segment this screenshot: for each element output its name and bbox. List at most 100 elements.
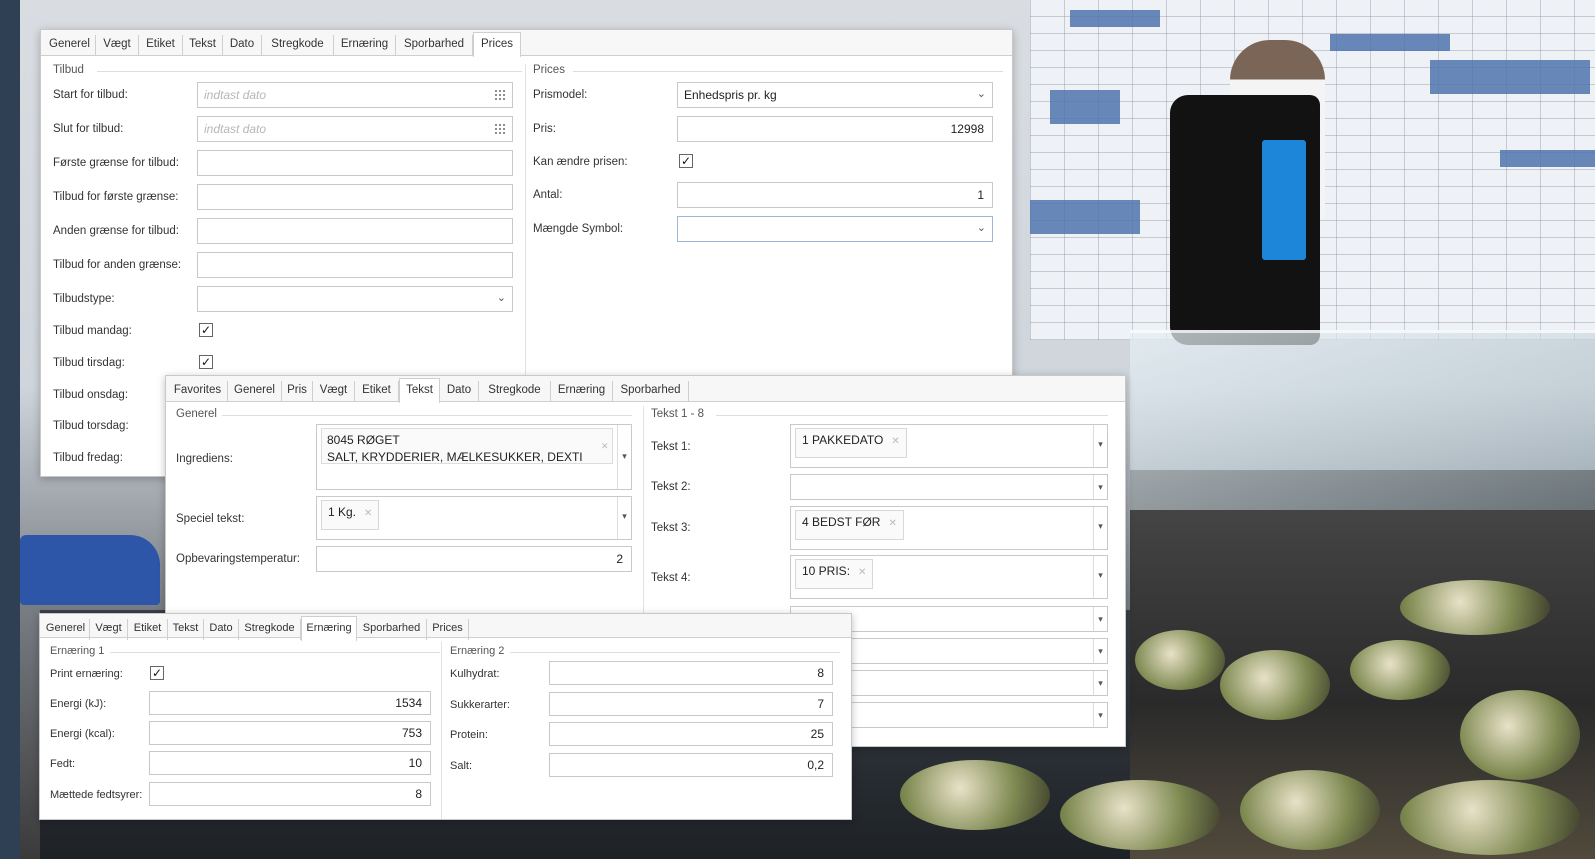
tekst4-chip[interactable]: 10 PRIS: ✕ xyxy=(795,559,874,589)
tab-sporbarhed[interactable]: Sporbarhed xyxy=(357,619,427,640)
tab-sporbarhed[interactable]: Sporbarhed xyxy=(396,35,473,56)
tekst2-label: Tekst 2: xyxy=(651,481,691,493)
calendar-icon[interactable] xyxy=(494,89,506,101)
tab-dato[interactable]: Dato xyxy=(223,35,262,56)
ingrediens-line1: 8045 RØGET xyxy=(327,433,400,447)
ingrediens-chip[interactable]: 8045 RØGET SALT, KRYDDERIER, MÆLKESUKKER… xyxy=(321,428,613,464)
energi-kj-field[interactable]: 1534 xyxy=(149,691,431,715)
chevron-down-icon[interactable]: ▾ xyxy=(1093,639,1107,663)
speciel-tekst-multiselect[interactable]: 1 Kg. ✕ ▾ xyxy=(316,496,632,540)
tilbud-tirsdag-checkbox[interactable]: ✓ xyxy=(199,355,213,369)
opbevaringstemperatur-field[interactable]: 2 xyxy=(316,546,632,572)
tab-prices[interactable]: Prices xyxy=(427,619,469,640)
ingrediens-multiselect[interactable]: 8045 RØGET SALT, KRYDDERIER, MÆLKESUKKER… xyxy=(316,424,632,490)
protein-label: Protein: xyxy=(450,729,488,741)
tekst4-chip-label: 10 PRIS: xyxy=(802,564,851,578)
pris-field[interactable]: 12998 xyxy=(677,116,993,142)
close-icon[interactable]: ✕ xyxy=(891,436,899,447)
maengde-symbol-select[interactable]: ⌄ xyxy=(677,216,993,242)
ernaering2-group-title: Ernæring 2 xyxy=(450,645,505,657)
chevron-down-icon[interactable]: ▾ xyxy=(1093,671,1107,695)
group-divider xyxy=(97,71,522,72)
start-tilbud-date-field[interactable]: indtast dato xyxy=(197,82,513,108)
antal-field[interactable]: 1 xyxy=(677,182,993,208)
print-ernaering-checkbox[interactable]: ✓ xyxy=(150,666,164,680)
chevron-down-icon[interactable]: ▾ xyxy=(1093,475,1107,499)
tilbud-mandag-checkbox[interactable]: ✓ xyxy=(199,323,213,337)
prices-tab-bar: Generel Vægt Etiket Tekst Dato Stregkode… xyxy=(41,30,1012,57)
forste-graense-field[interactable] xyxy=(197,150,513,176)
close-icon[interactable]: ✕ xyxy=(364,508,372,519)
tab-vaegt[interactable]: Vægt xyxy=(90,619,128,640)
chevron-down-icon[interactable]: ▾ xyxy=(1093,425,1107,467)
chevron-down-icon[interactable]: ▾ xyxy=(617,497,631,539)
speciel-tekst-label: Speciel tekst: xyxy=(176,513,245,525)
chevron-down-icon[interactable]: ▾ xyxy=(1093,556,1107,598)
tab-vaegt[interactable]: Vægt xyxy=(96,35,139,56)
tab-stregkode[interactable]: Stregkode xyxy=(262,35,334,56)
anden-graense-field[interactable] xyxy=(197,218,513,244)
chevron-down-icon[interactable]: ▾ xyxy=(1093,703,1107,727)
food-item xyxy=(1135,630,1225,690)
salt-field[interactable]: 0,2 xyxy=(549,753,833,777)
tab-tekst[interactable]: Tekst xyxy=(168,619,204,640)
tab-generel[interactable]: Generel xyxy=(228,381,282,402)
kan-aendre-prisen-checkbox[interactable]: ✓ xyxy=(679,154,693,168)
chevron-down-icon[interactable]: ▾ xyxy=(617,425,631,489)
maettede-fedtsyrer-field[interactable]: 8 xyxy=(149,782,431,806)
tab-generel[interactable]: Generel xyxy=(44,35,96,56)
tab-tekst[interactable]: Tekst xyxy=(183,35,223,56)
tab-pris[interactable]: Pris xyxy=(282,381,313,402)
tab-dato[interactable]: Dato xyxy=(204,619,239,640)
tekst4-label: Tekst 4: xyxy=(651,572,691,584)
tekst1-chip-label: 1 PAKKEDATO xyxy=(802,433,884,447)
tab-dato[interactable]: Dato xyxy=(440,381,479,402)
calendar-icon[interactable] xyxy=(494,123,506,135)
tilbud-anden-field[interactable] xyxy=(197,252,513,278)
slut-tilbud-placeholder: indtast dato xyxy=(204,122,267,136)
fedt-field[interactable]: 10 xyxy=(149,751,431,775)
tab-stregkode[interactable]: Stregkode xyxy=(239,619,301,640)
speciel-tekst-chip[interactable]: 1 Kg. ✕ xyxy=(321,500,380,530)
tab-etiket[interactable]: Etiket xyxy=(355,381,399,402)
kulhydrat-field[interactable]: 8 xyxy=(549,661,833,685)
tab-etiket[interactable]: Etiket xyxy=(128,619,168,640)
close-icon[interactable]: ✕ xyxy=(858,567,866,578)
tekst3-multiselect[interactable]: 4 BEDST FØR ✕ ▾ xyxy=(790,506,1108,550)
energi-kcal-field[interactable]: 753 xyxy=(149,721,431,745)
tab-tekst[interactable]: Tekst xyxy=(399,378,440,403)
slut-tilbud-date-field[interactable]: indtast dato xyxy=(197,116,513,142)
ernaering1-group-title: Ernæring 1 xyxy=(50,645,105,657)
ernaering-tab-bar: Generel Vægt Etiket Tekst Dato Stregkode… xyxy=(40,614,851,641)
tab-favorites[interactable]: Favorites xyxy=(168,381,228,402)
tab-ernaering[interactable]: Ernæring xyxy=(551,381,613,402)
tekst2-multiselect[interactable]: ▾ xyxy=(790,474,1108,500)
protein-field[interactable]: 25 xyxy=(549,722,833,746)
tab-sporbarhed[interactable]: Sporbarhed xyxy=(613,381,689,402)
tab-stregkode[interactable]: Stregkode xyxy=(479,381,551,402)
kulhydrat-label: Kulhydrat: xyxy=(450,668,500,680)
chevron-down-icon[interactable]: ▾ xyxy=(1093,607,1107,631)
close-icon[interactable]: ✕ xyxy=(601,441,609,452)
tab-ernaering[interactable]: Ernæring xyxy=(334,35,396,56)
tekst1-multiselect[interactable]: 1 PAKKEDATO ✕ ▾ xyxy=(790,424,1108,468)
chevron-down-icon[interactable]: ▾ xyxy=(1093,507,1107,549)
tekst3-chip[interactable]: 4 BEDST FØR ✕ xyxy=(795,510,904,540)
tilbud-forste-field[interactable] xyxy=(197,184,513,210)
tab-prices[interactable]: Prices xyxy=(473,32,521,57)
prismodel-select[interactable]: Enhedspris pr. kg ⌄ xyxy=(677,82,993,108)
food-item xyxy=(1460,690,1580,780)
tab-etiket[interactable]: Etiket xyxy=(139,35,183,56)
ernaering-window: Generel Vægt Etiket Tekst Dato Stregkode… xyxy=(39,613,852,820)
tilbudstype-select[interactable]: ⌄ xyxy=(197,286,513,312)
sukkerarter-field[interactable]: 7 xyxy=(549,692,833,716)
close-icon[interactable]: ✕ xyxy=(888,518,896,529)
tekst1-chip[interactable]: 1 PAKKEDATO ✕ xyxy=(795,428,907,458)
tab-ernaering[interactable]: Ernæring xyxy=(301,616,357,641)
tekst4-multiselect[interactable]: 10 PRIS: ✕ ▾ xyxy=(790,555,1108,599)
tab-vaegt[interactable]: Vægt xyxy=(313,381,355,402)
tilbud-group-title: Tilbud xyxy=(53,64,84,76)
tab-generel[interactable]: Generel xyxy=(42,619,90,640)
blue-bag xyxy=(20,535,160,605)
pris-label: Pris: xyxy=(533,123,556,135)
